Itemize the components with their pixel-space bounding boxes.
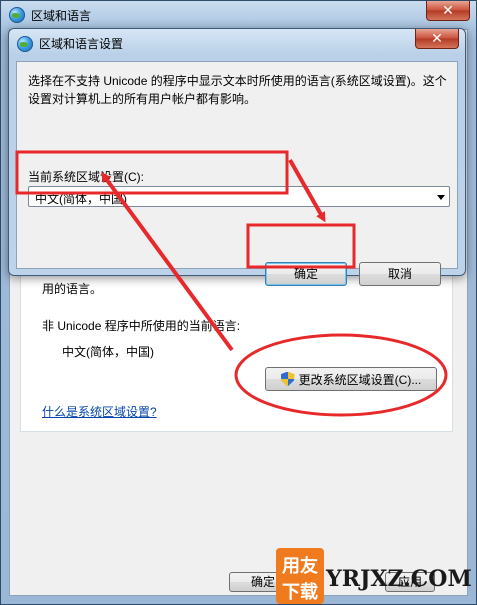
globe-icon <box>17 35 33 52</box>
change-system-locale-label: 更改系统区域设置(C)... <box>298 372 422 387</box>
dialog-title: 区域和语言设置 <box>39 37 124 51</box>
outer-window-title: 区域和语言 <box>31 8 92 23</box>
close-icon[interactable]: ✕ <box>415 29 459 49</box>
uac-shield-icon <box>280 371 295 387</box>
outer-titlebar: 区域和语言 <box>9 5 91 25</box>
system-locale-dropdown[interactable]: 中文(简体，中国) <box>28 186 450 207</box>
dialog-body: 选择在不支持 Unicode 的程序中显示文本时所使用的语言(系统区域设置)。这… <box>16 61 458 286</box>
watermark-logo-top: 用友 <box>282 556 318 577</box>
watermark-logo: 用友 下载 <box>276 548 324 604</box>
current-locale-label: 当前系统区域设置(C): <box>28 170 144 184</box>
dialog-cancel-button[interactable]: 取消 <box>359 262 441 286</box>
change-system-locale-button[interactable]: 更改系统区域设置(C)... <box>265 367 437 391</box>
dialog-description: 选择在不支持 Unicode 的程序中显示文本时所使用的语言(系统区域设置)。这… <box>28 74 447 106</box>
dialog-ok-button[interactable]: 确定 <box>265 262 347 286</box>
dialog-titlebar: 区域和语言设置 <box>17 35 123 52</box>
what-is-system-locale-link[interactable]: 什么是系统区域设置? <box>42 403 157 420</box>
selected-locale: 中文(简体，中国) <box>35 192 127 206</box>
current-language-value: 中文(简体，中国) <box>62 345 154 359</box>
current-language-label: 非 Unicode 程序中所使用的当前语言: <box>42 319 241 333</box>
dropdown-arrow-icon <box>437 195 445 200</box>
watermark-logo-bottom: 下载 <box>282 582 318 603</box>
close-icon[interactable]: ✕ <box>426 1 470 21</box>
watermark-site: YRJXZ.COM <box>326 566 472 592</box>
panel-text-tail: 用的语言。 <box>42 282 103 296</box>
region-language-settings-dialog: 区域和语言设置 ✕ 选择在不支持 Unicode 的程序中显示文本时所使用的语言… <box>8 28 466 286</box>
globe-icon <box>9 7 25 23</box>
